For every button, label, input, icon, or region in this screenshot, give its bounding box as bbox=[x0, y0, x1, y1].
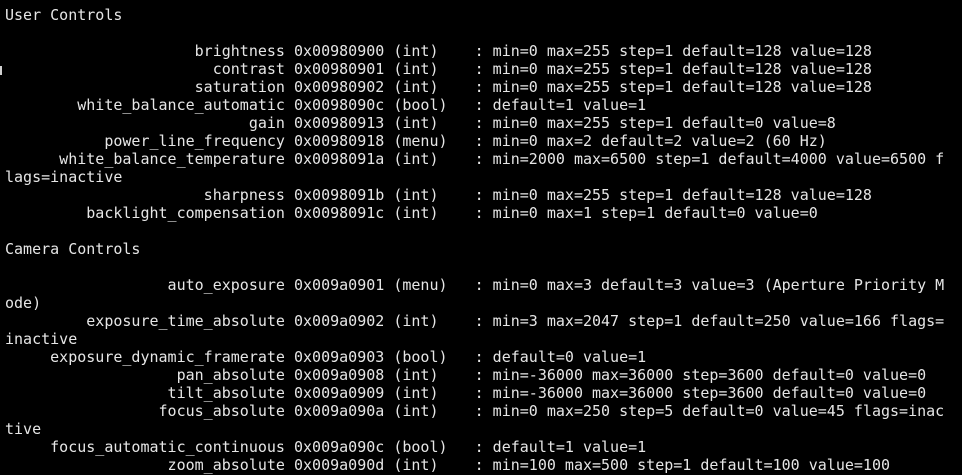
control-line-sharpness: sharpness 0x0098091b (int) : min=0 max=2… bbox=[5, 186, 872, 204]
section-header-user-controls: User Controls bbox=[5, 6, 123, 24]
terminal-window[interactable]: User Controls brightness 0x00980900 (int… bbox=[0, 0, 962, 475]
control-line-focus-automatic-continuous: focus_automatic_continuous 0x009a090c (b… bbox=[5, 438, 647, 456]
control-line-tilt-absolute: tilt_absolute 0x009a0909 (int) : min=-36… bbox=[5, 384, 927, 402]
control-line-focus-absolute: focus_absolute 0x009a090a (int) : min=0 … bbox=[5, 402, 945, 420]
control-line-exposure-time-absolute-wrap: inactive bbox=[5, 330, 78, 348]
control-line-white-balance-temperature: white_balance_temperature 0x0098091a (in… bbox=[5, 150, 945, 168]
control-line-auto-exposure-wrap: ode) bbox=[5, 294, 42, 312]
section-header-camera-controls: Camera Controls bbox=[5, 240, 141, 258]
control-line-saturation: saturation 0x00980902 (int) : min=0 max=… bbox=[5, 78, 872, 96]
control-line-backlight-compensation: backlight_compensation 0x0098091c (int) … bbox=[5, 204, 818, 222]
control-line-zoom-absolute: zoom_absolute 0x009a090d (int) : min=100… bbox=[5, 456, 891, 474]
control-line-gain: gain 0x00980913 (int) : min=0 max=255 st… bbox=[5, 114, 836, 132]
control-line-focus-absolute-wrap: tive bbox=[5, 420, 42, 438]
control-line-exposure-time-absolute: exposure_time_absolute 0x009a0902 (int) … bbox=[5, 312, 945, 330]
control-line-exposure-dynamic-framerate: exposure_dynamic_framerate 0x009a0903 (b… bbox=[5, 348, 647, 366]
control-line-auto-exposure: auto_exposure 0x009a0901 (menu) : min=0 … bbox=[5, 276, 945, 294]
control-line-contrast: contrast 0x00980901 (int) : min=0 max=25… bbox=[5, 60, 872, 78]
control-line-white-balance-automatic: white_balance_automatic 0x0098090c (bool… bbox=[5, 96, 647, 114]
text-cursor bbox=[0, 66, 2, 75]
control-line-white-balance-temperature-wrap: lags=inactive bbox=[5, 168, 123, 186]
control-line-pan-absolute: pan_absolute 0x009a0908 (int) : min=-360… bbox=[5, 366, 927, 384]
control-line-brightness: brightness 0x00980900 (int) : min=0 max=… bbox=[5, 42, 872, 60]
control-line-power-line-frequency: power_line_frequency 0x00980918 (menu) :… bbox=[5, 132, 827, 150]
